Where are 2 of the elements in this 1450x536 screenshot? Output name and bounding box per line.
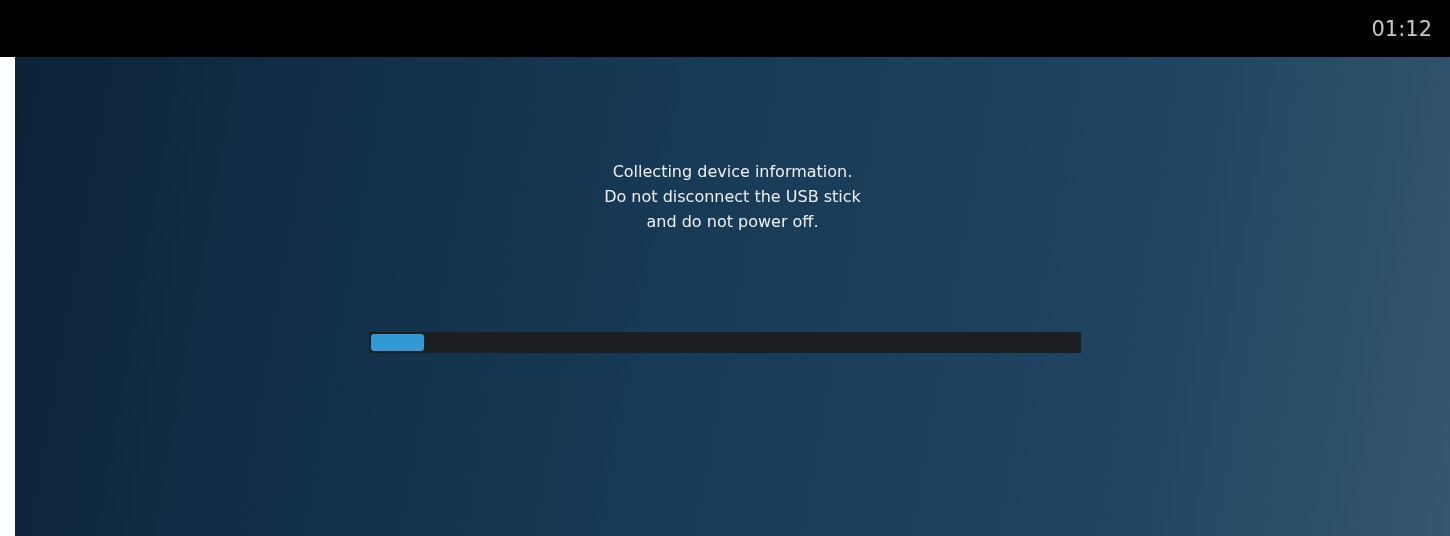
status-message: Collecting device information. Do not disconnect the USB stick and do not power off. [604,161,861,233]
clock-time: 01:12 [1371,16,1432,41]
